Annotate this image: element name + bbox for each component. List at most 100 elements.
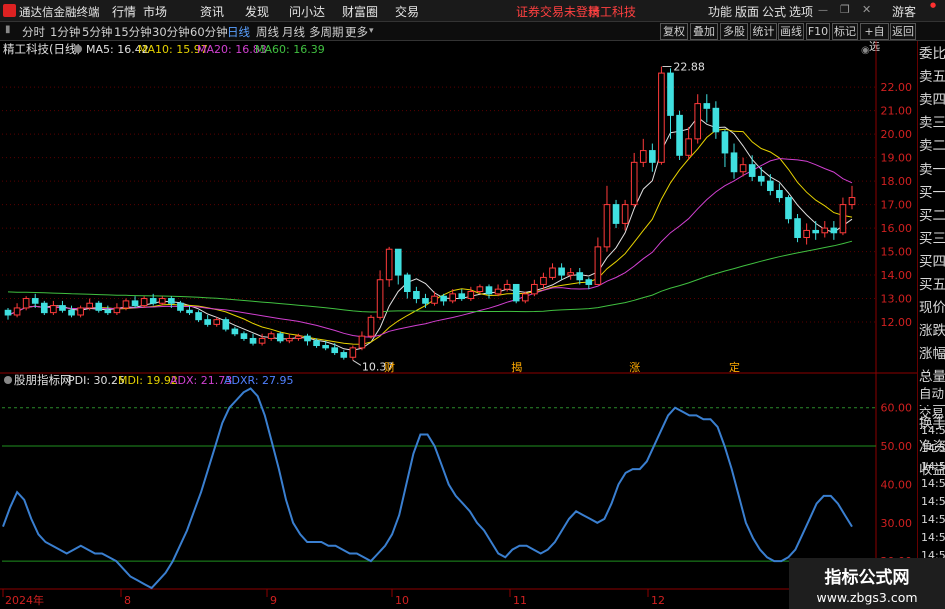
candle-body (422, 298, 429, 304)
candle-body (158, 298, 166, 304)
period-tab-30min[interactable]: 30分钟 (152, 24, 190, 40)
candle-body (812, 229, 820, 234)
candle-body (331, 347, 339, 354)
trade-time: 14:56 (921, 530, 945, 544)
period-tab-multi[interactable]: 多周期 (309, 24, 344, 40)
sub-y-tick-label: 60.00 (881, 402, 913, 415)
restore-rights-button[interactable]: 复权 (660, 23, 688, 40)
candle-body (113, 307, 121, 314)
candle-body (249, 337, 257, 344)
overlay-button[interactable]: 叠加 (690, 23, 718, 40)
ma20-line (7, 157, 853, 338)
candle-body (830, 227, 838, 234)
guest-label[interactable]: 游客 (892, 3, 916, 20)
candle-body (549, 267, 556, 278)
candle-body (367, 316, 375, 337)
menu-item-wealth[interactable]: 财富圈 (342, 3, 378, 20)
candle-body (231, 328, 239, 335)
period-tab-5min[interactable]: 5分钟 (82, 24, 112, 40)
candle-body (313, 340, 320, 347)
trade-time: 14:56 (921, 513, 945, 526)
y-tick-label: 22.00 (881, 81, 913, 94)
candle-body (458, 293, 466, 300)
menu-item-ask[interactable]: 问小达 (289, 3, 325, 20)
candle-body (40, 302, 48, 314)
watermark-title: 指标公式网 (824, 568, 910, 588)
minimize-icon[interactable]: — (818, 5, 828, 16)
trade-time: 14:56 (921, 424, 945, 437)
x-tick-label: 8 (124, 594, 131, 607)
candle-body (22, 298, 30, 309)
period-tab-1min[interactable]: 1分钟 (50, 24, 80, 40)
candle-body (612, 204, 620, 224)
period-tab-intraday[interactable]: 分时 (22, 24, 45, 40)
period-toolbar: 分时 1分钟 5分钟 15分钟 30分钟 60分钟 日线 周线 月线 多周期 更多 ▮ ▾ 复权 叠加 多股统… (0, 22, 945, 53)
side-tab-trade[interactable]: 交易 (919, 402, 945, 425)
candle-body (576, 272, 584, 281)
candle-body (585, 279, 593, 285)
candle-body (240, 333, 248, 339)
candle-body (558, 267, 565, 276)
period-tab-60min[interactable]: 60分钟 (190, 24, 228, 40)
adxr-line (2, 387, 853, 590)
period-tab-monthly[interactable]: 月线 (282, 24, 305, 40)
x-tick-label: 12 (651, 594, 665, 607)
top-stock-name: 精工科技 (588, 5, 637, 19)
candle-body (149, 298, 157, 304)
menu-item-news[interactable]: 资讯 (200, 3, 224, 20)
menu-item-layout[interactable]: 版面 (735, 3, 759, 20)
menu-item-market[interactable]: 市场 (143, 3, 167, 20)
candle-body (77, 307, 84, 316)
add-watchlist-button[interactable]: +自选 (860, 23, 889, 53)
menu-item-formula[interactable]: 公式 (762, 3, 786, 20)
candle-body (258, 337, 266, 344)
more-dropdown-icon[interactable]: ▾ (369, 26, 374, 36)
stats-button[interactable]: 统计 (750, 23, 777, 40)
candle-body (603, 204, 611, 248)
candle-body (267, 333, 275, 339)
back-button[interactable]: 返回 (890, 23, 916, 40)
low-marker (352, 359, 362, 366)
period-tab-weekly[interactable]: 周线 (256, 24, 279, 40)
candle-body (767, 180, 774, 192)
candle-body (394, 248, 402, 276)
draw-line-button[interactable]: 画线 (778, 23, 804, 40)
y-tick-label: 15.00 (881, 246, 913, 259)
toolbar-grip-icon[interactable]: ▮ (5, 24, 11, 35)
candle-body (131, 300, 139, 307)
y-tick-label: 12.00 (881, 316, 913, 329)
period-tab-more[interactable]: 更多 (345, 24, 368, 40)
sub-y-tick-label: 30.00 (881, 517, 913, 530)
chevron-down-icon (4, 376, 12, 384)
candle-body (222, 319, 230, 330)
candle-body (649, 150, 656, 163)
indicator-legend-1: PDI: 30.25 (68, 374, 125, 387)
y-tick-label: 13.00 (881, 293, 913, 306)
candle-body (503, 283, 511, 290)
restore-icon[interactable]: ❐ (840, 3, 850, 16)
mark-button[interactable]: 标记 (832, 23, 858, 40)
menu-item-market-quote[interactable]: 行情 (112, 3, 136, 20)
sub-y-tick-label: 40.00 (881, 478, 913, 491)
menu-item-discover[interactable]: 发现 (245, 3, 269, 20)
menu-item-options[interactable]: 选项 (789, 3, 813, 20)
close-icon[interactable]: ✕ (862, 3, 871, 16)
candle-body (776, 190, 783, 199)
period-tab-15min[interactable]: 15分钟 (114, 24, 152, 40)
period-tab-daily[interactable]: 日线 (227, 24, 250, 40)
trade-time: 14:56 (921, 441, 945, 455)
multi-stock-button[interactable]: 多股 (720, 23, 748, 40)
watermark-url: www.zbgs3.com (816, 590, 918, 605)
trade-time: 14:56 (921, 459, 945, 473)
app-title: 通达信金融终端 (19, 5, 100, 19)
candle-body (177, 302, 184, 311)
candle-body (95, 302, 103, 311)
menu-item-trade[interactable]: 交易 (395, 3, 419, 20)
candle-body (567, 272, 574, 276)
candle-body (358, 335, 366, 349)
candle-body (848, 197, 856, 206)
menu-item-function[interactable]: 功能 (708, 3, 732, 20)
indicator-legend-4: ADXR: 27.95 (224, 374, 294, 387)
candle-body (304, 335, 311, 342)
f10-button[interactable]: F10 (806, 23, 830, 40)
